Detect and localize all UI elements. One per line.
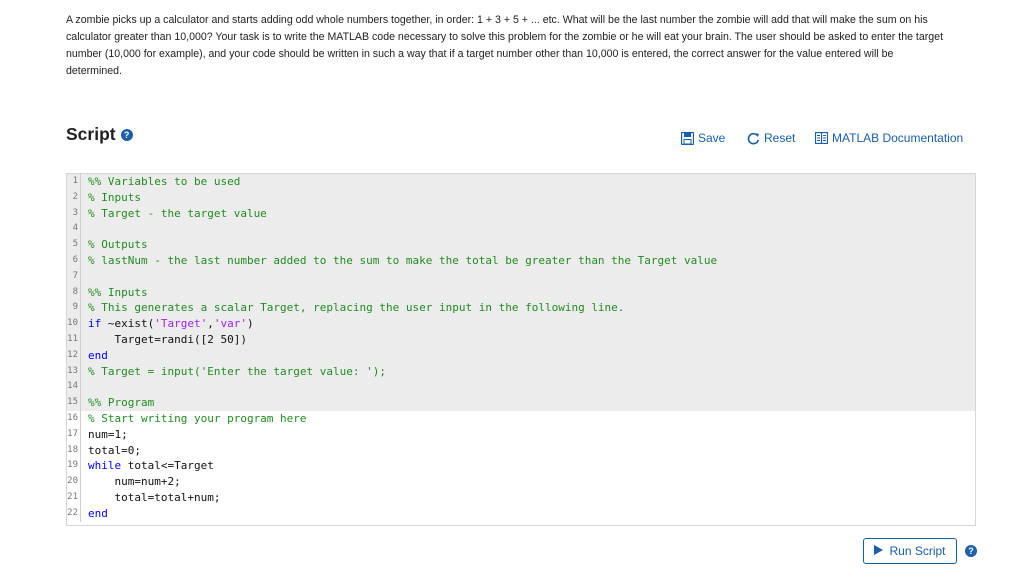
script-header: Script ? bbox=[66, 124, 133, 145]
line-number: 19 bbox=[67, 458, 81, 475]
code-text: %% Variables to be used bbox=[88, 175, 241, 188]
code-line[interactable]: 19 while total<=Target bbox=[67, 458, 975, 475]
line-number: 6 bbox=[67, 252, 81, 269]
code-text[interactable]: total=total+num; bbox=[81, 490, 220, 506]
code-line[interactable]: 17 num=1; bbox=[67, 426, 975, 443]
line-number: 9 bbox=[67, 300, 81, 317]
save-label: Save bbox=[698, 131, 726, 145]
code-line: 2 % Inputs bbox=[67, 189, 975, 206]
code-line: 15 %% Program bbox=[67, 395, 975, 411]
line-number: 10 bbox=[67, 316, 81, 332]
code-text[interactable]: % Start writing your program here bbox=[81, 411, 307, 427]
code-line[interactable]: 18 total=0; bbox=[67, 442, 975, 459]
code-line: 11 Target=randi([2 50]) bbox=[67, 331, 975, 348]
code-text: %% Program bbox=[88, 396, 155, 410]
code-line: 13 % Target = input('Enter the target val… bbox=[67, 363, 975, 380]
run-help-icon[interactable]: ? bbox=[965, 545, 977, 557]
code-text: Target=randi([2 50]) bbox=[88, 332, 247, 346]
code-line: 5 % Outputs bbox=[67, 237, 975, 253]
line-number: 4 bbox=[67, 221, 81, 238]
code-line: 7 bbox=[67, 268, 975, 285]
script-title: Script bbox=[66, 124, 116, 144]
code-text[interactable]: num=num+2; bbox=[81, 474, 180, 490]
code-text: % Target = input('Enter the target value… bbox=[88, 364, 387, 378]
line-number: 16 bbox=[67, 410, 81, 427]
run-script-label: Run Script bbox=[889, 544, 946, 558]
code-text[interactable]: num=1; bbox=[81, 427, 128, 443]
line-number: 22 bbox=[67, 505, 81, 522]
save-button[interactable]: Save bbox=[681, 130, 725, 146]
code-editor[interactable]: 1 %% Variables to be used 2 % Inputs 3 % Targ… bbox=[66, 173, 976, 526]
code-text: %% Inputs bbox=[88, 285, 148, 299]
play-icon bbox=[874, 544, 884, 558]
code-line[interactable]: 21 total=total+num; bbox=[67, 489, 975, 506]
code-text: if ~exist('Target','var') bbox=[88, 317, 254, 331]
code-line: 14 bbox=[67, 379, 975, 396]
code-line: 9 % This generates a scalar Target, repla… bbox=[67, 300, 975, 317]
code-text[interactable]: total=0; bbox=[81, 443, 141, 459]
line-number: 2 bbox=[67, 189, 81, 206]
code-line: 1 %% Variables to be used bbox=[67, 174, 975, 190]
code-text: % lastNum - the last number added to the… bbox=[88, 253, 718, 267]
code-line: 12 end bbox=[67, 347, 975, 364]
problem-statement: A zombie picks up a calculator and start… bbox=[66, 14, 944, 77]
code-line[interactable]: 22 end bbox=[67, 505, 975, 522]
run-script-button[interactable]: Run Script bbox=[863, 538, 957, 564]
line-number: 21 bbox=[67, 489, 81, 506]
line-number: 18 bbox=[67, 442, 81, 459]
line-number: 15 bbox=[67, 395, 81, 411]
code-line: 10 if ~exist('Target','var') bbox=[67, 316, 975, 332]
line-number: 14 bbox=[67, 379, 81, 396]
code-text: % Inputs bbox=[88, 190, 141, 204]
line-number: 13 bbox=[67, 363, 81, 380]
code-line[interactable]: 16% Start writing your program here bbox=[67, 410, 975, 427]
code-line: 4 bbox=[67, 221, 975, 238]
line-number: 20 bbox=[67, 474, 81, 490]
line-number: 5 bbox=[67, 237, 81, 253]
reset-label: Reset bbox=[764, 131, 796, 145]
code-text: end bbox=[88, 348, 108, 362]
reset-button[interactable]: Reset bbox=[747, 130, 795, 146]
code-text: % Target - the target value bbox=[88, 206, 267, 220]
line-number: 7 bbox=[67, 268, 81, 285]
code-line: 3 % Target - the target value bbox=[67, 205, 975, 222]
documentation-label: MATLAB Documentation bbox=[832, 131, 964, 145]
code-text: % Outputs bbox=[88, 238, 148, 252]
code-line: 6 % lastNum - the last number added to th… bbox=[67, 252, 975, 269]
line-number: 3 bbox=[67, 205, 81, 222]
line-number: 12 bbox=[67, 347, 81, 364]
line-number: 17 bbox=[67, 426, 81, 443]
reset-icon bbox=[747, 132, 760, 145]
book-icon bbox=[815, 132, 828, 144]
matlab-documentation-link[interactable]: MATLAB Documentation bbox=[815, 130, 963, 146]
code-line[interactable]: 20 num=num+2; bbox=[67, 474, 975, 490]
code-line: 8 %% Inputs bbox=[67, 284, 975, 301]
code-text[interactable]: end bbox=[81, 506, 108, 522]
line-number: 8 bbox=[67, 284, 81, 301]
code-text[interactable]: while total<=Target bbox=[81, 458, 214, 474]
code-text: % This generates a scalar Target, replac… bbox=[88, 301, 625, 315]
help-icon[interactable]: ? bbox=[120, 128, 133, 141]
line-number: 1 bbox=[67, 174, 81, 190]
line-number: 11 bbox=[67, 331, 81, 348]
save-icon bbox=[681, 131, 694, 145]
